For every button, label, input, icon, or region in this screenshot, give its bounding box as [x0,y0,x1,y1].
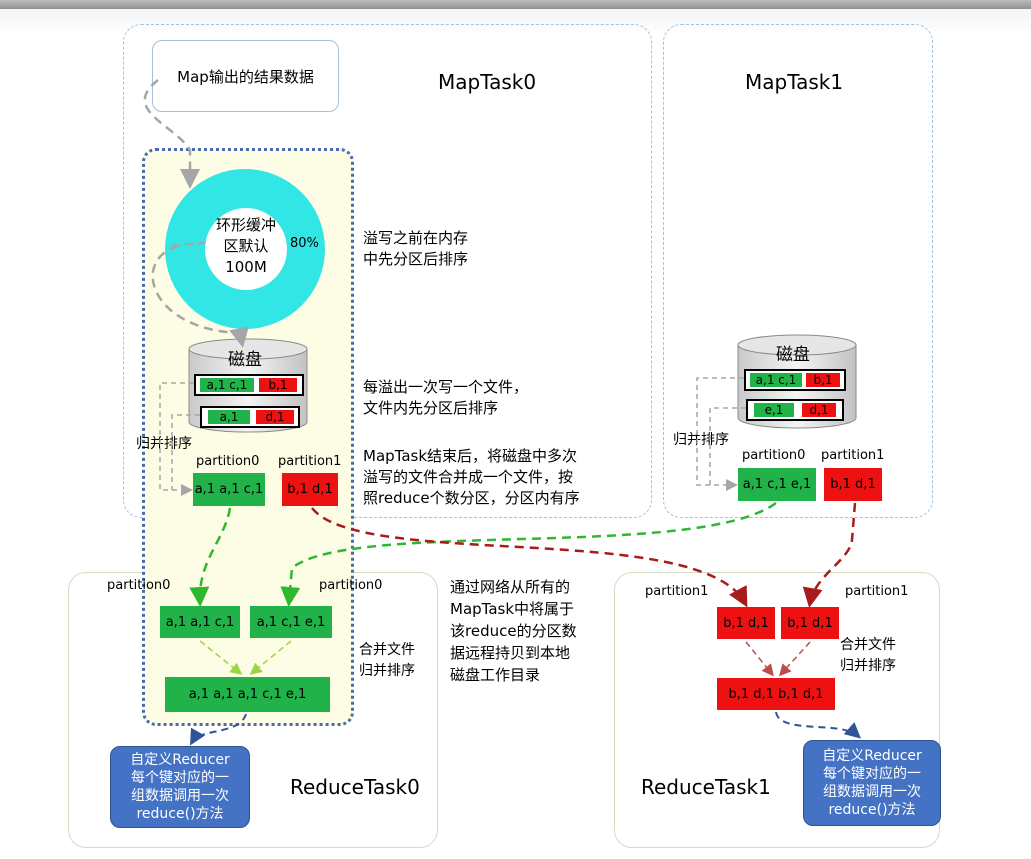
arrow-map0-p1-to-reduce1 [311,507,748,608]
reduce1-merge-arrow-right [778,641,811,677]
arrow-map1-p0-to-reduce0 [280,501,777,607]
arrow-map1-p1-to-reduce1 [802,502,857,608]
arrow-reduce1-to-reducer [775,711,861,739]
reduce0-merge-arrow-right [249,640,292,675]
arrow-reduce0-to-reducer [190,713,247,746]
buffer-pointer-line [171,240,211,248]
arrow-map0-p0-to-reduce0 [189,507,232,607]
reduce0-merge-arrow-left [199,640,243,675]
arrow-buffer-to-disk [151,244,249,348]
arrow-map-output-to-buffer [143,79,200,189]
map1-merge-line-1 [696,377,744,491]
map0-merge-line-2 [171,414,200,490]
reduce1-merge-arrow-left [745,641,774,677]
map1-merge-line-2 [709,407,746,485]
flow-arrows [143,79,861,746]
map0-merge-line-1 [159,382,194,496]
